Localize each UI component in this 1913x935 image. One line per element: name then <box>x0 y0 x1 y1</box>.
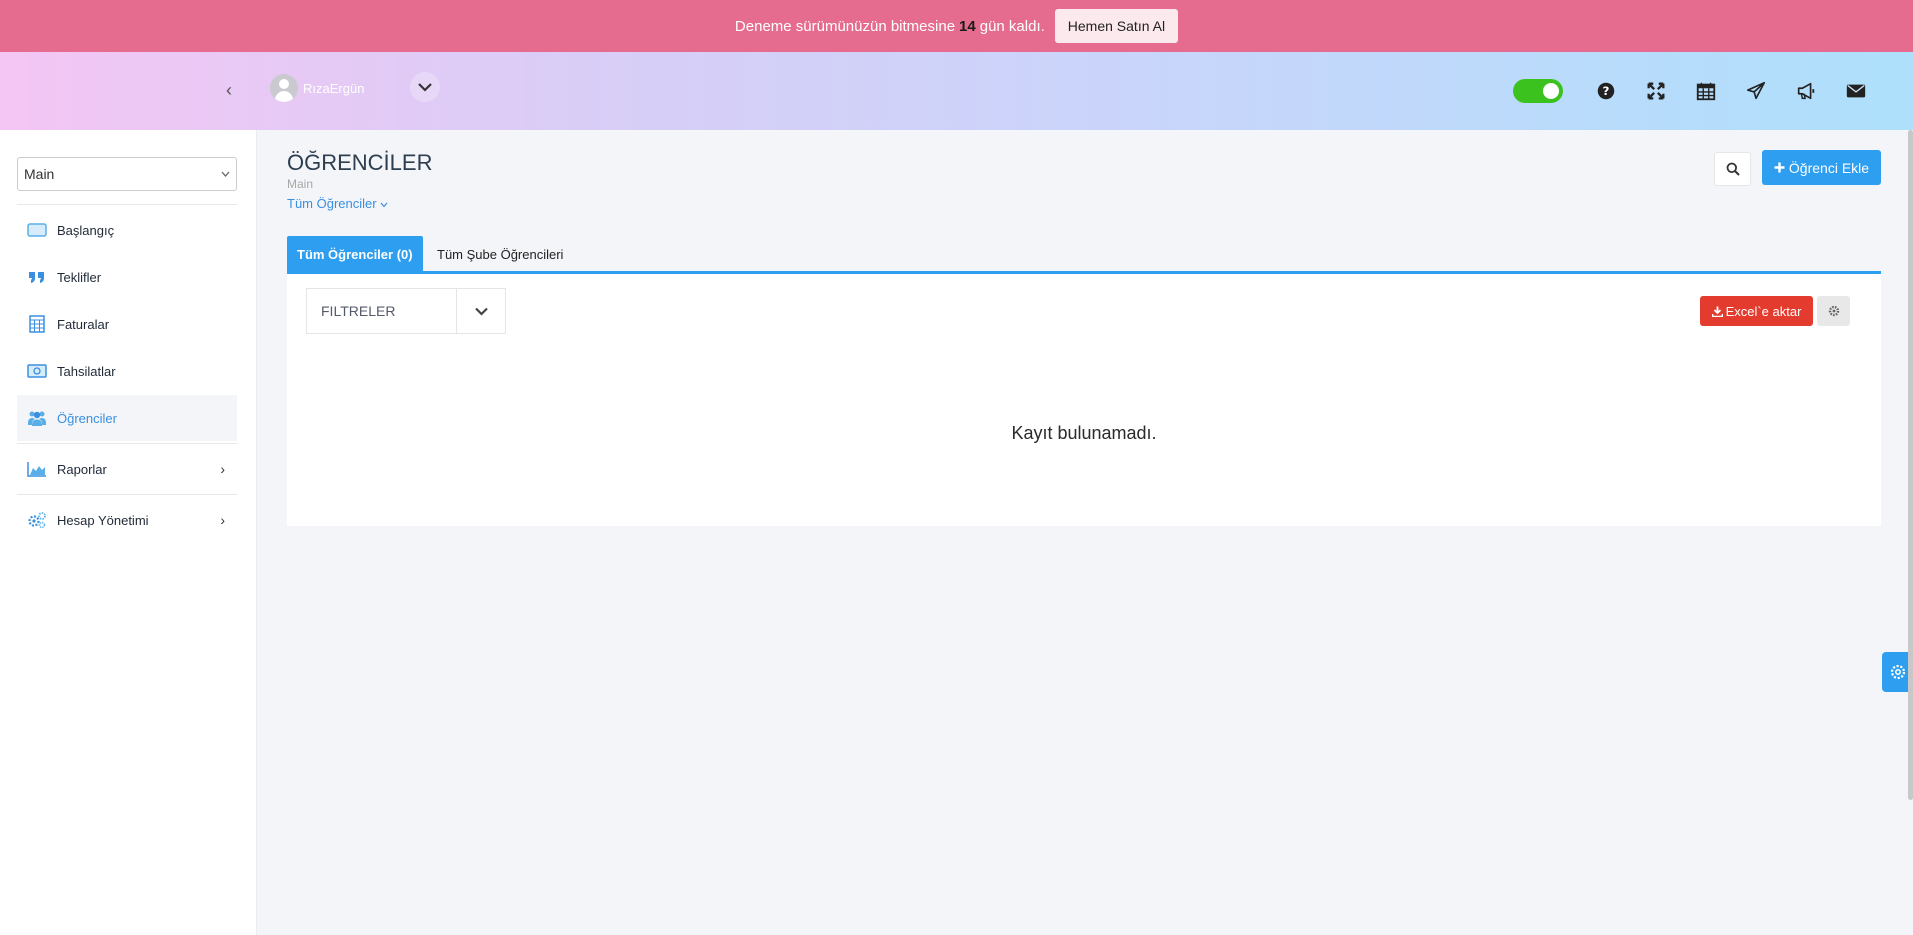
sidebar-collapse-icon[interactable]: ‹ <box>226 80 232 101</box>
envelope-icon <box>1846 84 1866 98</box>
paper-plane-icon <box>1746 81 1766 100</box>
gear-icon <box>1828 305 1839 317</box>
help-button[interactable]: ? <box>1581 66 1631 116</box>
sidebar-item-label: Teklifler <box>57 269 102 285</box>
filters-toggle[interactable]: FILTRELER <box>306 288 506 334</box>
trial-banner: Deneme sürümünüzün bitmesine 14 gün kald… <box>0 0 1913 52</box>
users-icon <box>17 409 57 427</box>
chevron-right-icon: › <box>220 461 225 477</box>
monitor-icon <box>17 221 57 239</box>
filters-label: FILTRELER <box>307 289 457 333</box>
sidebar: Main Başlangıç Teklifler Faturalar Tahsi… <box>0 130 257 935</box>
student-filter-label: Tüm Öğrenciler <box>287 196 377 211</box>
students-panel: FILTRELER Excel`e aktar Kayıt bulunamadı… <box>287 274 1881 526</box>
sidebar-item-label: Faturalar <box>57 316 110 332</box>
trial-text-before: Deneme sürümünüzün bitmesine <box>734 17 956 35</box>
header-icon-bar: ? <box>1513 52 1881 130</box>
chevron-right-icon: › <box>220 512 225 528</box>
tab-all-branch-students[interactable]: Tüm Şube Öğrencileri <box>427 236 573 272</box>
gear-icon <box>1890 664 1905 680</box>
export-excel-button[interactable]: Excel`e aktar <box>1700 296 1813 326</box>
question-circle-icon: ? <box>1597 82 1615 100</box>
fullscreen-button[interactable] <box>1631 66 1681 116</box>
mode-toggle[interactable] <box>1513 79 1563 103</box>
export-excel-label: Excel`e aktar <box>1725 303 1802 319</box>
sidebar-item-label: Raporlar <box>57 461 107 477</box>
money-icon <box>17 362 57 380</box>
sidebar-item-teklifler[interactable]: Teklifler <box>17 254 237 300</box>
avatar <box>270 74 298 102</box>
student-filter-dropdown[interactable]: Tüm Öğrenciler <box>287 196 388 211</box>
add-student-button[interactable]: Öğrenci Ekle <box>1762 150 1881 185</box>
chevron-down-icon <box>221 171 230 177</box>
sidebar-item-tahsilatlar[interactable]: Tahsilatlar <box>17 348 237 394</box>
chevron-down-icon <box>474 307 488 316</box>
table-settings-button[interactable] <box>1817 296 1850 326</box>
trial-days-count: 14 <box>959 17 976 35</box>
mail-button[interactable] <box>1831 66 1881 116</box>
chevron-down-icon <box>380 202 388 208</box>
page-title: ÖĞRENCİLER <box>287 150 433 175</box>
sidebar-item-label: Başlangıç <box>57 222 115 238</box>
trial-text-after: gün kaldı. <box>979 17 1045 35</box>
add-student-label: Öğrenci Ekle <box>1788 159 1870 176</box>
megaphone-icon <box>1797 82 1815 100</box>
search-icon <box>1726 162 1740 176</box>
expand-icon <box>1647 82 1665 100</box>
messages-button[interactable] <box>1731 66 1781 116</box>
calendar-icon <box>1696 82 1716 101</box>
sidebar-item-baslangic[interactable]: Başlangıç <box>17 207 237 253</box>
search-button[interactable] <box>1714 152 1751 186</box>
chart-area-icon <box>17 460 57 478</box>
plus-icon <box>1774 162 1785 173</box>
sidebar-item-label: Öğrenciler <box>57 410 117 426</box>
chevron-down-icon <box>418 83 432 92</box>
calculator-icon <box>17 315 57 333</box>
sidebar-item-hesap-yonetimi[interactable]: Hesap Yönetimi › <box>17 497 237 543</box>
tab-all-students[interactable]: Tüm Öğrenciler (0) <box>287 236 423 272</box>
sidebar-item-label: Hesap Yönetimi <box>57 512 149 528</box>
divider <box>17 204 237 205</box>
sidebar-item-ogrenciler[interactable]: Öğrenciler <box>17 395 237 441</box>
sidebar-item-raporlar[interactable]: Raporlar › <box>17 446 237 492</box>
announcements-button[interactable] <box>1781 66 1831 116</box>
download-icon <box>1711 306 1723 317</box>
branch-select-value: Main <box>24 166 55 182</box>
empty-state-message: Kayıt bulunamadı. <box>1011 423 1157 443</box>
branch-select[interactable]: Main <box>17 157 237 191</box>
top-header: ‹ RızaErgün ? <box>0 52 1913 130</box>
page-scrollbar[interactable] <box>1908 130 1913 800</box>
sidebar-item-label: Tahsilatlar <box>57 363 116 379</box>
cogs-icon <box>17 511 57 529</box>
filters-expand-button[interactable] <box>457 289 505 333</box>
sidebar-item-faturalar[interactable]: Faturalar <box>17 301 237 347</box>
username: RızaErgün <box>303 80 365 96</box>
user-menu[interactable]: RızaErgün <box>270 74 364 102</box>
quote-icon <box>17 268 57 286</box>
calendar-button[interactable] <box>1681 66 1731 116</box>
svg-text:?: ? <box>1603 84 1610 98</box>
divider <box>17 494 237 495</box>
buy-now-button[interactable]: Hemen Satın Al <box>1054 9 1179 43</box>
divider <box>17 443 237 444</box>
user-dropdown-button[interactable] <box>410 72 440 102</box>
page-subtitle: Main <box>287 177 314 191</box>
